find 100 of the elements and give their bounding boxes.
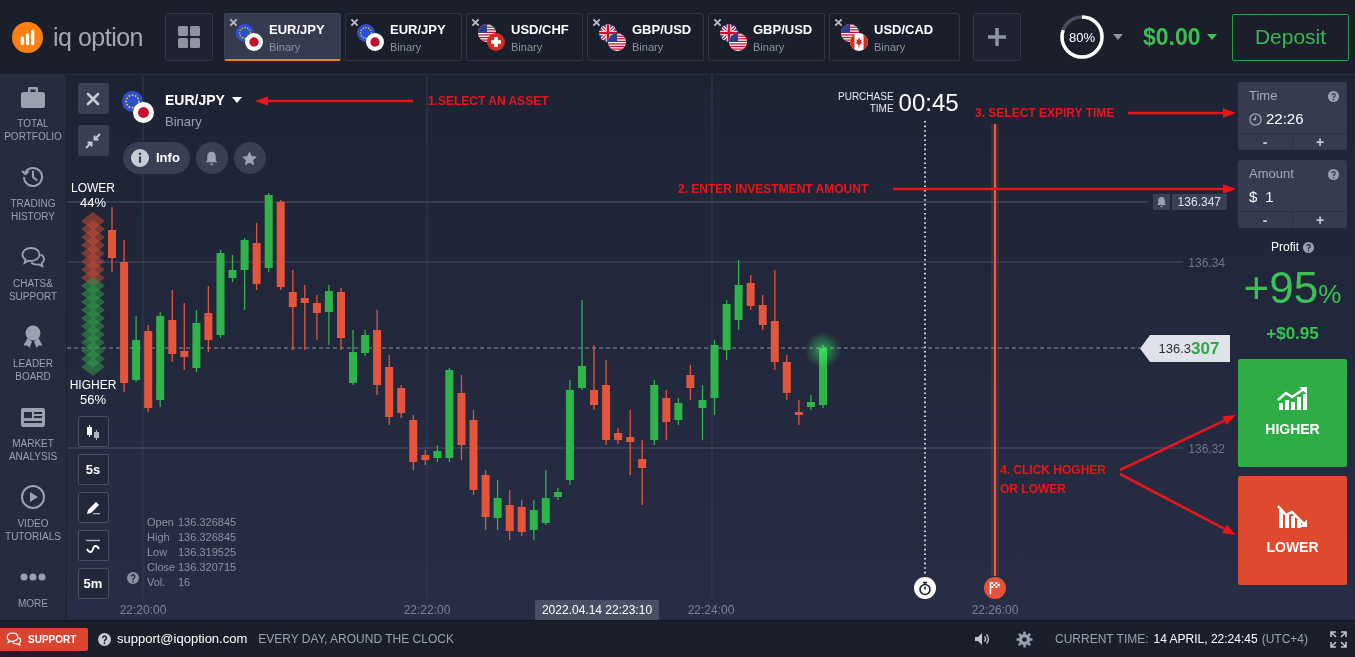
falling-candle (312, 294, 321, 341)
timezone-label: (UTC+4) (1261, 631, 1308, 648)
close-icon[interactable] (229, 18, 238, 27)
finish-flag-icon (984, 577, 1006, 599)
support-email-link[interactable]: support@iqoption.com (117, 629, 248, 649)
rising-candle (192, 309, 201, 373)
lower-button[interactable]: LOWER (1238, 476, 1347, 585)
close-icon[interactable] (350, 18, 359, 27)
fullscreen-icon[interactable] (1330, 630, 1347, 648)
close-chart-button[interactable] (77, 83, 109, 114)
rising-candle (361, 329, 370, 357)
falling-candle (782, 354, 791, 401)
ohlc-label: Close (147, 560, 177, 575)
balance-button[interactable]: $0.00 (1143, 23, 1217, 51)
settings-icon[interactable] (1016, 630, 1033, 648)
asset-tab[interactable]: USD/CHF Binary (466, 13, 583, 61)
indicator-button[interactable] (77, 530, 109, 561)
support-button[interactable]: SUPPORT (0, 627, 88, 651)
caret-icon[interactable] (231, 97, 242, 103)
profit-percent: +95% (1243, 264, 1342, 314)
asset-tab[interactable]: EUR/JPY Binary (224, 13, 341, 61)
asset-tab[interactable]: EUR/JPY Binary (345, 13, 462, 61)
grid-icon (178, 26, 200, 48)
ohlc-value: 136.326845 (178, 530, 237, 545)
drawing-button[interactable] (77, 492, 109, 523)
asset-type: Binary (165, 114, 202, 130)
asset-tab[interactable]: USD/CAD Binary (829, 13, 960, 61)
trend-up-icon (1275, 386, 1310, 410)
help-icon[interactable] (98, 632, 111, 646)
sidebar-item[interactable]: LEADER BOARD (0, 324, 66, 404)
annotation-text: 3. SELECT EXPIRY TIME (975, 106, 1115, 121)
falling-candle (758, 294, 767, 331)
price-level-label: 136.32 (1188, 441, 1225, 457)
falling-candle (794, 399, 803, 426)
add-tab-button[interactable] (973, 13, 1021, 61)
star-icon (241, 149, 259, 167)
expiry-time-select[interactable]: 22:26 (1266, 109, 1304, 129)
time-axis-label: 22:22:00 (403, 602, 451, 618)
deposit-button[interactable]: Deposit (1232, 13, 1349, 61)
falling-candle (481, 469, 490, 531)
sidebar-item[interactable]: VIDEO TUTORIALS (0, 484, 66, 564)
asset-tab[interactable]: GBP/USD Binary (587, 13, 704, 61)
more-icon (20, 573, 46, 581)
decrease-button[interactable]: - (1238, 134, 1292, 150)
sidebar-item[interactable]: MARKET ANALYSIS (0, 404, 66, 484)
close-icon[interactable] (592, 18, 601, 27)
current-price-tag: 136.3307 (1140, 335, 1230, 362)
timeframe-button[interactable]: 5m (77, 568, 109, 599)
rising-candle (698, 384, 707, 441)
currency-symbol: $ (1249, 187, 1258, 207)
alerts-button[interactable] (195, 142, 228, 174)
collapse-button[interactable] (77, 125, 109, 156)
close-icon[interactable] (713, 18, 722, 27)
info-button[interactable]: Info (123, 142, 190, 174)
ohlc-label: Vol. (147, 575, 167, 590)
price-glow (805, 332, 841, 368)
falling-candle (421, 449, 430, 466)
help-icon[interactable] (127, 572, 139, 584)
rising-candle (228, 254, 237, 283)
amount-input[interactable]: 1 (1261, 187, 1322, 207)
ohlc-value: 136.326845 (178, 515, 237, 530)
falling-candle (517, 499, 526, 537)
increase-button[interactable]: + (1292, 212, 1347, 228)
ohlc-label: Open (147, 515, 175, 530)
decrease-button[interactable]: - (1238, 212, 1292, 228)
ohlc-value: 136.319525 (178, 545, 237, 560)
rising-candle (553, 487, 562, 501)
falling-candle (686, 364, 695, 401)
ohlc-label: Low (147, 545, 169, 560)
price-level-label: 136.34 (1188, 255, 1225, 271)
plus-icon (987, 27, 1007, 47)
favorite-button[interactable] (233, 142, 266, 174)
help-icon[interactable] (1328, 90, 1339, 102)
help-icon[interactable] (1328, 168, 1339, 180)
increase-button[interactable]: + (1292, 134, 1347, 150)
sidebar-item[interactable]: TOTAL PORTFOLIO (0, 84, 66, 164)
annotation-text: 4. CLICK HOGHER OR LOWER (1000, 462, 1107, 498)
speaker-icon[interactable] (973, 631, 991, 647)
help-icon[interactable] (1303, 241, 1314, 253)
chart-type-button[interactable] (77, 416, 109, 447)
rising-candle (734, 259, 743, 331)
logo-text: iq option (53, 22, 144, 52)
sidebar-item[interactable]: TRADING HISTORY (0, 164, 66, 244)
asset-selector[interactable]: EUR/JPY (165, 91, 225, 109)
bell-icon (1152, 194, 1170, 210)
layout-button[interactable] (165, 13, 213, 61)
asset-tab[interactable]: GBP/USD Binary (708, 13, 825, 61)
ohlc-value: 16 (178, 575, 192, 590)
chat-icon (19, 244, 47, 270)
rising-candle (541, 469, 550, 526)
flag-icon (366, 33, 384, 51)
sidebar-item[interactable]: MORE (0, 564, 66, 610)
flag-icon (850, 33, 868, 51)
sidebar-item[interactable]: CHATS& SUPPORT (0, 244, 66, 324)
flag-icon (608, 33, 626, 51)
close-icon[interactable] (834, 18, 843, 27)
timeframe-button[interactable]: 5s (77, 454, 109, 485)
wave-icon (84, 537, 102, 554)
candles-icon (85, 423, 101, 440)
close-icon[interactable] (471, 18, 480, 27)
